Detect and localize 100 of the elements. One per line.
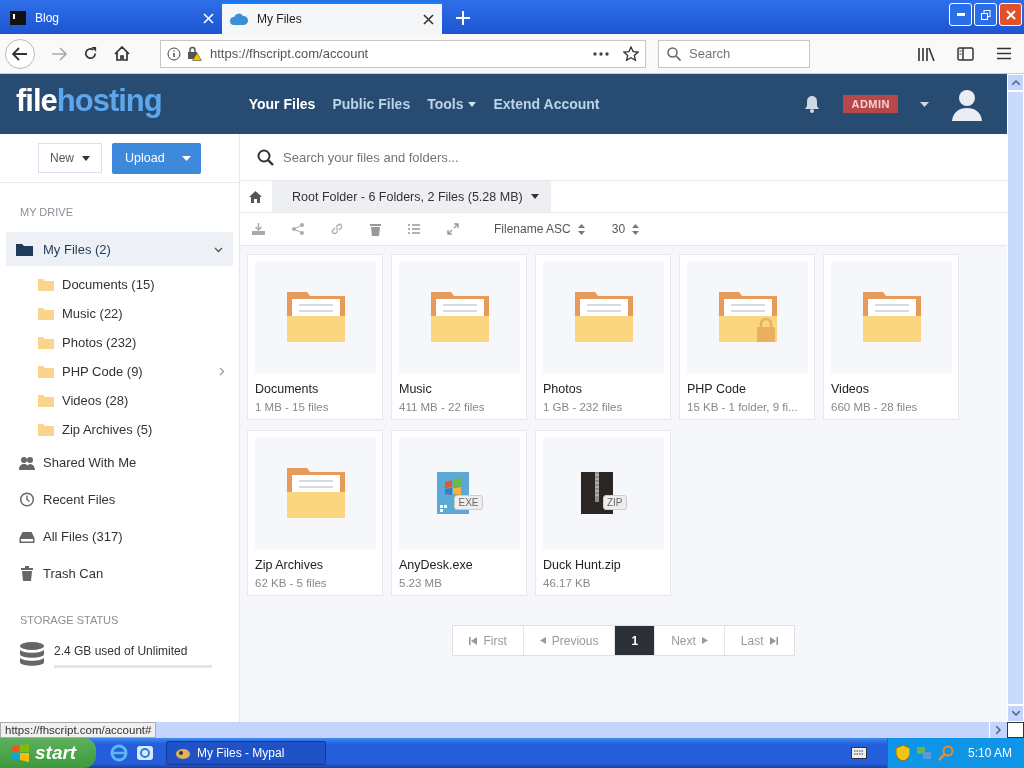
more-icon[interactable]	[593, 51, 609, 56]
file-details: 1 GB - 232 files	[543, 401, 624, 413]
file-card[interactable]: PHP Code 15 KB - 1 folder, 9 fi...	[679, 254, 815, 420]
new-button[interactable]: New	[38, 143, 102, 173]
scroll-down-icon[interactable]	[1011, 711, 1020, 716]
sidebar-item[interactable]: Documents (15)	[0, 270, 239, 299]
file-card[interactable]: EXE AnyDesk.exe 5.23 MB	[391, 430, 527, 596]
sidebar-item[interactable]: Trash Can	[0, 555, 239, 592]
sidebar-item[interactable]: Videos (28)	[0, 386, 239, 415]
nav-link[interactable]: Your Files	[248, 96, 316, 112]
file-name: Zip Archives	[255, 558, 325, 572]
section-heading: STORAGE STATUS	[19, 613, 120, 626]
mail-icon[interactable]	[136, 744, 154, 762]
clock-icon	[19, 492, 35, 507]
caret-icon	[468, 101, 477, 107]
app-icon	[175, 746, 191, 760]
browser-tab[interactable]: My Files	[222, 2, 442, 34]
shield-icon[interactable]	[895, 745, 910, 761]
search-field[interactable]: Search your files and folders...	[240, 134, 1007, 181]
sidebar-item[interactable]: Music (22)	[0, 299, 239, 328]
sidebar-item[interactable]: Recent Files	[0, 481, 239, 518]
reload-icon[interactable]	[83, 46, 98, 61]
nav-link[interactable]: Extend Account	[493, 96, 600, 112]
sidebar-item[interactable]: Shared With Me	[0, 444, 239, 481]
minimize-button[interactable]	[949, 3, 972, 26]
folder-icon	[430, 292, 489, 342]
file-details: 15 KB - 1 folder, 9 fi...	[687, 401, 799, 413]
sidebar-item[interactable]: All Files (317)	[0, 518, 239, 555]
taskbar-button[interactable]: My Files - Mypal	[166, 741, 326, 765]
per-page-dropdown[interactable]: 30	[611, 222, 640, 236]
sidebar-item[interactable]: PHP Code (9)	[0, 357, 239, 386]
logo[interactable]: filehosting	[16, 83, 162, 119]
library-icon[interactable]	[918, 46, 935, 61]
trash-icon	[19, 566, 35, 581]
resize-corner	[1007, 722, 1024, 738]
scroll-up-icon[interactable]	[1011, 80, 1020, 85]
sidebar-item[interactable]: Photos (232)	[0, 328, 239, 357]
file-card[interactable]: Photos 1 GB - 232 files	[535, 254, 671, 420]
chevron-right-icon[interactable]	[218, 367, 225, 376]
caret-icon[interactable]	[920, 101, 929, 107]
search-field[interactable]: Search	[658, 39, 810, 68]
file-card[interactable]: Documents 1 MB - 15 files	[247, 254, 383, 420]
sidebar-item[interactable]: Zip Archives (5)	[0, 415, 239, 444]
menu-icon[interactable]	[996, 46, 1012, 60]
section-heading: MY DRIVE	[19, 205, 74, 218]
browser-tab[interactable]: Blog	[2, 2, 222, 34]
file-details: 411 MB - 22 files	[399, 401, 486, 413]
sort-arrows-icon	[632, 223, 640, 235]
address-bar[interactable]: https://fhscript.com/account	[160, 39, 646, 68]
lock-warning-icon	[187, 46, 202, 61]
nav-link[interactable]: Tools	[427, 96, 477, 112]
file-card[interactable]: Zip Archives 62 KB - 5 files	[247, 430, 383, 596]
file-name: PHP Code	[687, 382, 747, 396]
scroll-right-icon[interactable]	[996, 726, 1001, 734]
caret-icon	[530, 194, 539, 199]
folder-icon	[38, 423, 54, 436]
pagination-button[interactable]: 1	[614, 626, 655, 655]
file-details: 62 KB - 5 files	[255, 577, 328, 589]
horizontal-scrollbar[interactable]	[156, 722, 1007, 738]
file-name: Videos	[831, 382, 870, 396]
upload-button[interactable]: Upload	[112, 142, 201, 174]
caret-icon	[82, 155, 90, 161]
back-button[interactable]	[5, 38, 35, 69]
folder-icon	[574, 292, 633, 342]
folder-icon	[286, 468, 345, 518]
restore-button[interactable]	[974, 3, 997, 26]
sort-dropdown[interactable]: Filename ASC	[494, 222, 585, 236]
folder-icon	[38, 307, 54, 320]
close-icon[interactable]	[423, 13, 434, 25]
close-icon	[1005, 9, 1016, 20]
triangle-right-icon	[701, 637, 708, 644]
nav-link[interactable]: Public Files	[332, 96, 411, 112]
star-icon[interactable]	[623, 45, 639, 62]
browser-icon[interactable]	[110, 744, 128, 762]
bell-icon[interactable]	[803, 95, 822, 113]
sidebar-icon[interactable]	[957, 46, 974, 61]
file-card[interactable]: Music 411 MB - 22 files	[391, 254, 527, 420]
triangle-left-icon	[539, 637, 546, 644]
expand-icon[interactable]	[447, 223, 459, 235]
sidebar-item[interactable]: My Files (2)	[6, 232, 233, 266]
home-icon[interactable]	[249, 190, 262, 203]
file-card[interactable]: Videos 660 MB - 28 files	[823, 254, 959, 420]
file-name: Photos	[543, 382, 583, 396]
windows-flag-icon	[10, 744, 30, 762]
keyboard-icon[interactable]	[850, 747, 867, 759]
vertical-scrollbar[interactable]	[1007, 74, 1024, 722]
file-card[interactable]: ZIP Duck Hunt.zip 46.17 KB	[535, 430, 671, 596]
file-name: Music	[399, 382, 433, 396]
terminal-icon	[10, 11, 26, 25]
new-tab-icon[interactable]	[456, 11, 470, 25]
folder-icon	[38, 394, 54, 407]
close-button[interactable]	[999, 3, 1022, 26]
breadcrumb[interactable]: Root Folder - 6 Folders, 2 Files (5.28 MB)	[272, 181, 551, 212]
trash-icon[interactable]	[370, 222, 381, 236]
avatar-icon[interactable]	[951, 87, 983, 121]
home-icon[interactable]	[114, 46, 130, 61]
folder-icon	[38, 365, 54, 378]
file-name: Documents	[255, 382, 320, 396]
restore-icon	[980, 9, 991, 20]
folder-icon	[38, 278, 54, 291]
